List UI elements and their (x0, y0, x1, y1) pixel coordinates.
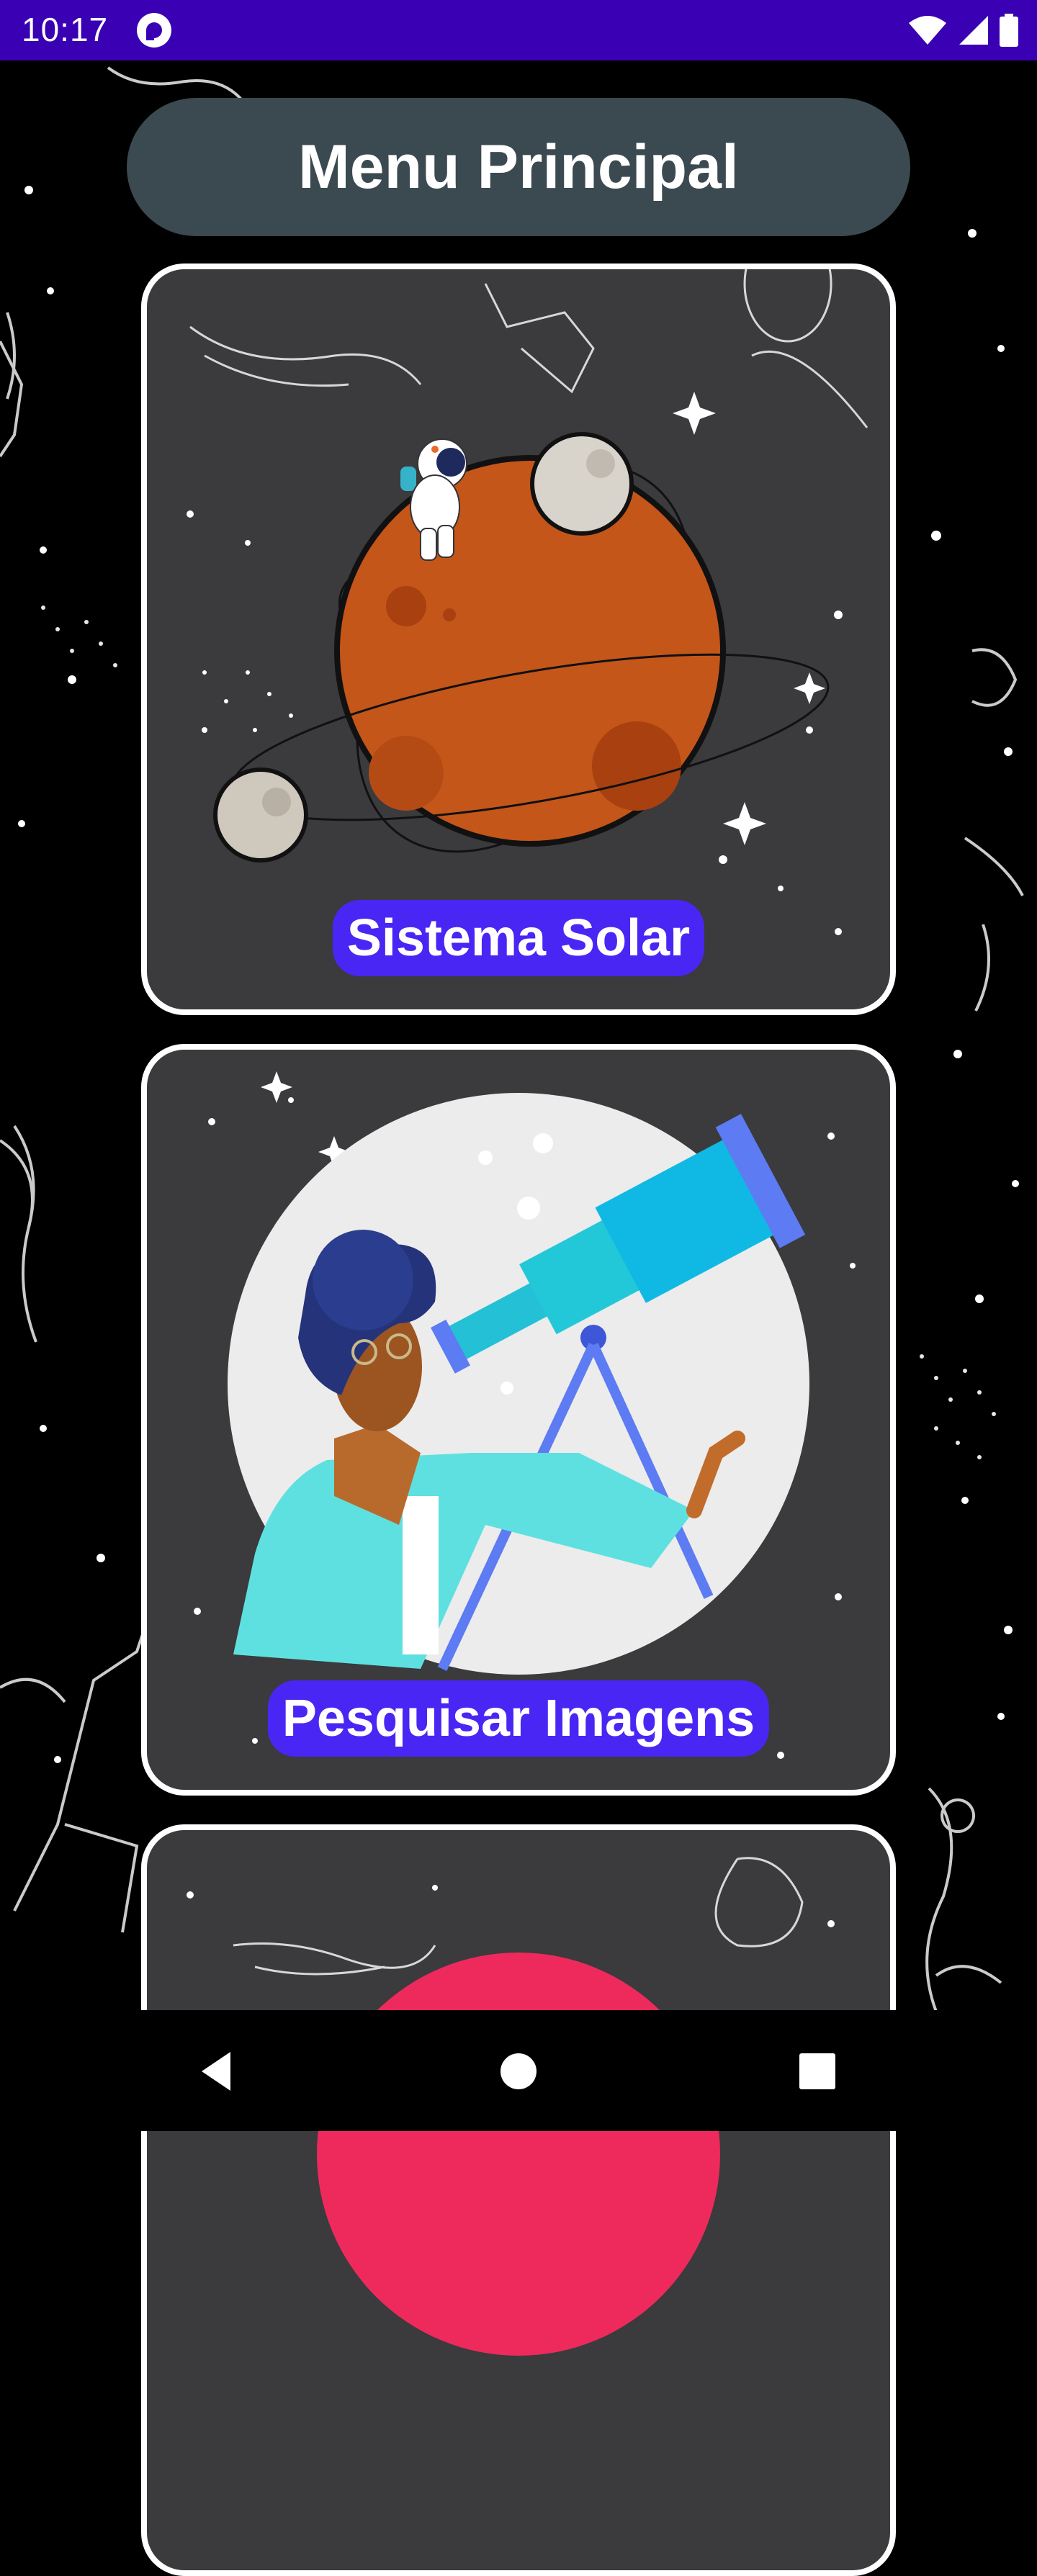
card-third[interactable] (141, 1824, 896, 2576)
card-sistema-solar[interactable]: Sistema Solar (141, 264, 896, 1015)
back-icon[interactable] (193, 2046, 243, 2097)
signal-icon (959, 16, 988, 45)
woman-with-telescope-illustration (194, 1071, 856, 1759)
card-pesquisar-imagens[interactable]: Pesquisar Imagens (141, 1044, 896, 1796)
pocket-casts-icon (137, 13, 171, 48)
card-label: Sistema Solar (332, 900, 705, 976)
home-icon[interactable] (493, 2046, 544, 2097)
status-icons (907, 10, 1018, 50)
card-label: Pesquisar Imagens (267, 1680, 770, 1757)
navigation-bar (0, 2010, 1037, 2131)
page-title-pill: Menu Principal (127, 98, 910, 236)
battery-icon (1000, 14, 1018, 47)
status-bar: 10:17 (0, 0, 1037, 60)
wifi-icon (909, 16, 946, 45)
page-title: Menu Principal (298, 132, 739, 202)
red-planet-illustration (187, 1857, 835, 2356)
planet-with-astronaut-illustration (187, 269, 868, 935)
status-time: 10:17 (22, 11, 109, 48)
recents-icon[interactable] (792, 2046, 843, 2097)
